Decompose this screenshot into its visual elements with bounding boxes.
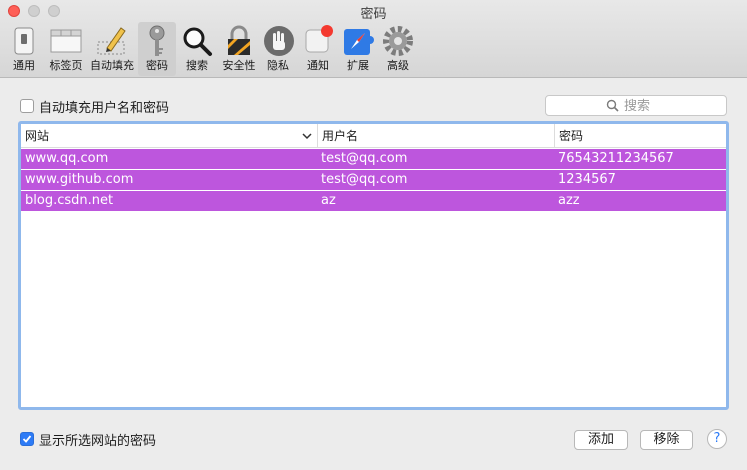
passwords-table[interactable]: 网站 用户名 密码 www.qq.com test@qq.com 7654321…	[18, 121, 729, 410]
toolbar-autofill-label: 自动填充	[90, 59, 134, 72]
toolbar-extensions-label: 扩展	[347, 59, 369, 72]
help-button[interactable]: ?	[707, 429, 727, 449]
autofill-checkbox-label: 自动填充用户名和密码	[39, 101, 170, 116]
show-password-checkbox-label: 显示所选网站的密码	[39, 434, 157, 449]
search-icon	[606, 99, 619, 112]
autofill-pencil-icon	[97, 27, 126, 55]
general-switch-icon	[14, 27, 34, 55]
table-row[interactable]: www.qq.com test@qq.com 76543211234567	[21, 149, 726, 169]
search-input[interactable]	[624, 97, 719, 115]
toolbar-tabs[interactable]: 标签页	[45, 22, 87, 76]
toolbar-search[interactable]: 搜索	[179, 22, 215, 76]
magnifier-icon	[183, 27, 212, 56]
cell-user: test@qq.com	[321, 172, 408, 187]
autofill-checkbox[interactable]	[20, 99, 34, 113]
checkmark-icon	[22, 435, 32, 443]
column-header-user[interactable]: 用户名	[317, 124, 554, 148]
toolbar-passwords-label: 密码	[146, 59, 168, 72]
toolbar-tabs-label: 标签页	[49, 59, 83, 72]
table-header: 网站 用户名 密码	[21, 124, 726, 148]
show-password-checkbox[interactable]	[20, 432, 34, 446]
toolbar-search-label: 搜索	[186, 59, 208, 72]
cell-password: 1234567	[558, 172, 616, 187]
column-header-site[interactable]: 网站	[21, 124, 317, 148]
toolbar-general[interactable]: 通用	[6, 22, 42, 76]
cell-site: blog.csdn.net	[25, 193, 114, 208]
column-header-password-label: 密码	[559, 129, 584, 143]
toolbar-notifications[interactable]: 通知	[300, 22, 336, 76]
column-header-user-label: 用户名	[322, 129, 359, 143]
toolbar-autofill[interactable]: 自动填充	[89, 22, 135, 76]
cell-password: azz	[558, 193, 580, 208]
toolbar-advanced[interactable]: 高级	[380, 22, 416, 76]
cell-user: az	[321, 193, 336, 208]
toolbar-privacy[interactable]: 隐私	[262, 22, 294, 76]
toolbar-security-label: 安全性	[222, 59, 256, 72]
extensions-puzzle-icon	[344, 29, 374, 55]
column-header-site-label: 网站	[25, 129, 50, 143]
key-icon	[149, 25, 165, 56]
toolbar: 密码 通用 标签页 自动填充 密码 搜索 安全性 隐私 通知 扩展 高级	[0, 0, 747, 78]
table-row[interactable]: www.github.com test@qq.com 1234567	[21, 170, 726, 190]
sort-chevron-down-icon[interactable]	[302, 132, 312, 140]
toolbar-passwords[interactable]: 密码	[138, 22, 176, 76]
privacy-hand-icon	[264, 26, 294, 56]
tabs-icon	[50, 29, 82, 53]
security-lock-icon	[228, 25, 250, 55]
toolbar-general-label: 通用	[13, 59, 35, 72]
cell-site: www.github.com	[25, 172, 134, 187]
toolbar-security[interactable]: 安全性	[218, 22, 260, 76]
toolbar-privacy-label: 隐私	[267, 59, 289, 72]
column-header-password[interactable]: 密码	[554, 124, 726, 148]
cell-password: 76543211234567	[558, 151, 674, 166]
toolbar-notifications-label: 通知	[307, 59, 329, 72]
toolbar-advanced-label: 高级	[387, 59, 409, 72]
search-field[interactable]	[545, 95, 727, 116]
add-button[interactable]: 添加	[574, 430, 628, 450]
advanced-gear-icon	[383, 26, 413, 56]
preferences-window: 密码 通用 标签页 自动填充 密码 搜索 安全性 隐私 通知 扩展 高级 自动填…	[0, 0, 747, 470]
cell-site: www.qq.com	[25, 151, 109, 166]
toolbar-extensions[interactable]: 扩展	[340, 22, 376, 76]
remove-button[interactable]: 移除	[640, 430, 693, 450]
window-title: 密码	[360, 7, 387, 22]
table-row[interactable]: blog.csdn.net az azz	[21, 191, 726, 211]
notification-icon	[305, 25, 333, 53]
cell-user: test@qq.com	[321, 151, 408, 166]
